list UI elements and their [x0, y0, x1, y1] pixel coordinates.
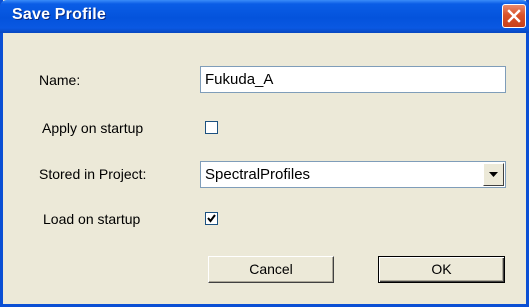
title-bar[interactable]: Save Profile	[0, 0, 529, 33]
ok-button[interactable]: OK	[378, 256, 505, 283]
save-profile-dialog: Save Profile Name: Apply on startup Stor…	[0, 0, 529, 307]
dialog-title: Save Profile	[12, 6, 107, 23]
project-select-value: SpectralProfiles	[205, 166, 311, 183]
stored-in-project-label: Stored in Project:	[39, 166, 147, 182]
chevron-down-icon	[489, 172, 498, 177]
apply-on-startup-checkbox[interactable]	[205, 121, 218, 134]
close-icon	[507, 9, 521, 23]
checkmark-icon	[207, 214, 216, 223]
name-input[interactable]	[200, 66, 506, 93]
load-on-startup-checkbox[interactable]	[205, 212, 218, 225]
cancel-button[interactable]: Cancel	[208, 256, 334, 283]
close-button[interactable]	[502, 4, 526, 28]
project-select[interactable]: SpectralProfiles	[200, 161, 506, 188]
name-label: Name:	[39, 72, 81, 88]
apply-on-startup-label: Apply on startup	[42, 120, 144, 136]
load-on-startup-label: Load on startup	[43, 211, 141, 227]
project-dropdown-button[interactable]	[483, 163, 504, 186]
